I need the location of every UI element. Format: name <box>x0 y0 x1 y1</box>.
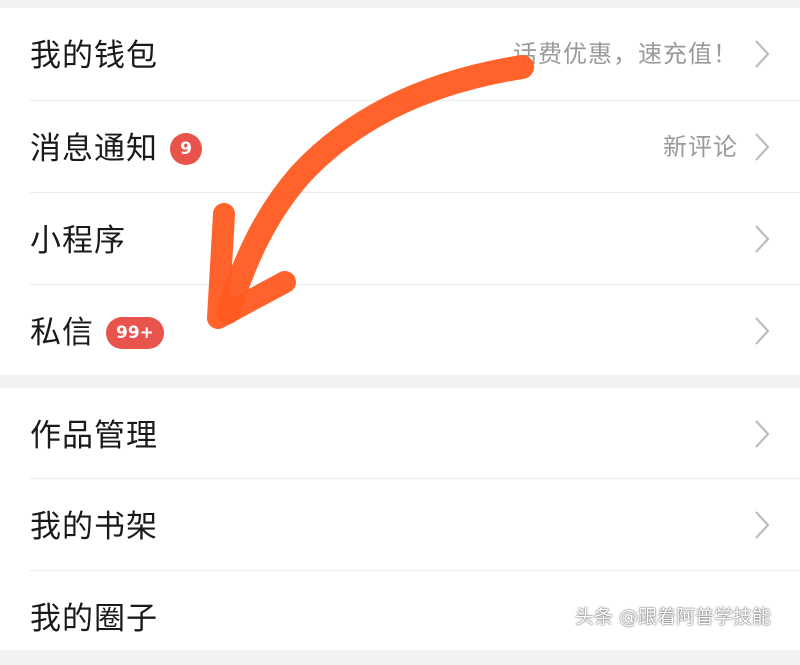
menu-group-1: 我的钱包 话费优惠，速充值！ 消息通知 9 新评论 小程序 私信 99+ <box>0 8 800 375</box>
chevron-right-icon <box>755 133 770 161</box>
watermark: 头条 @跟着阿普学技能 <box>575 606 772 628</box>
unread-count-badge: 9 <box>170 132 202 165</box>
menu-item-label: 私信 <box>30 314 94 351</box>
menu-item-wallet[interactable]: 我的钱包 话费优惠，速充值！ <box>0 8 800 100</box>
menu-item-label: 消息通知 <box>30 130 158 167</box>
menu-item-notifications[interactable]: 消息通知 9 新评论 <box>0 101 800 193</box>
chevron-right-icon <box>755 511 770 539</box>
menu-item-label: 作品管理 <box>30 417 158 454</box>
chevron-right-icon <box>755 40 770 68</box>
unread-count-badge: 99+ <box>106 316 164 349</box>
menu-item-bookshelf[interactable]: 我的书架 <box>0 479 800 571</box>
chevron-right-icon <box>755 420 770 448</box>
menu-item-label: 我的圈子 <box>30 600 158 637</box>
chevron-right-icon <box>755 225 770 253</box>
menu-item-label: 小程序 <box>30 222 126 259</box>
menu-item-mini-programs[interactable]: 小程序 <box>0 193 800 285</box>
menu-item-hint: 话费优惠，速充值！ <box>513 40 738 68</box>
chevron-right-icon <box>755 317 770 345</box>
menu-item-label: 我的书架 <box>30 508 158 545</box>
menu-item-label: 我的钱包 <box>30 37 158 74</box>
menu-item-private-messages[interactable]: 私信 99+ <box>0 285 800 377</box>
menu-item-hint: 新评论 <box>663 133 738 161</box>
menu-item-works-management[interactable]: 作品管理 <box>0 388 800 480</box>
